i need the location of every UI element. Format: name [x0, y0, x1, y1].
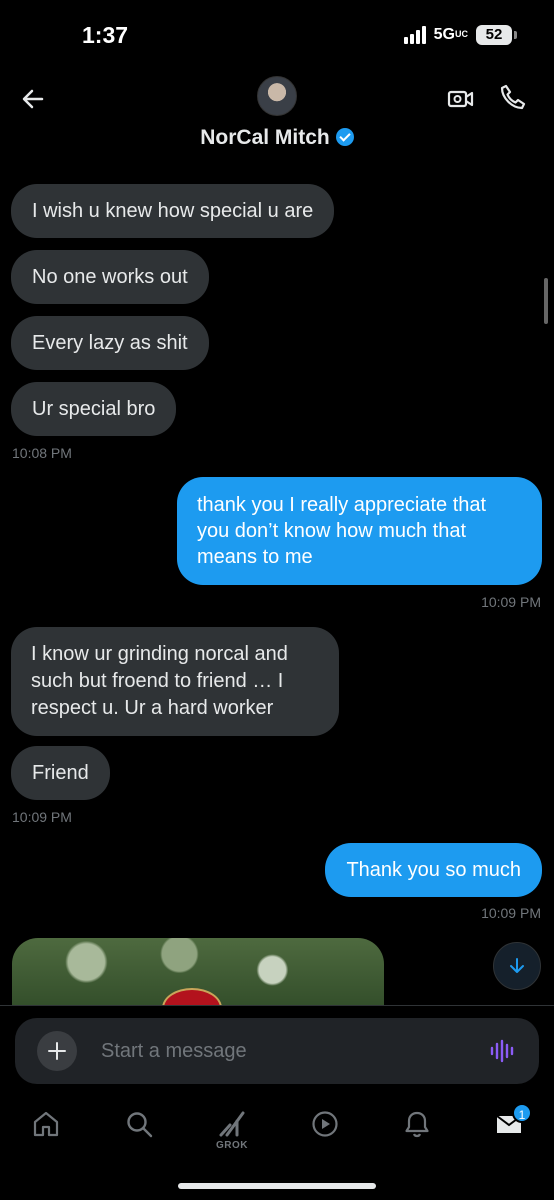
message-bubble-outgoing[interactable]: thank you I really appreciate that you d…	[177, 477, 542, 585]
home-icon	[33, 1111, 59, 1137]
play-icon	[312, 1111, 338, 1137]
plus-icon	[48, 1042, 66, 1060]
message-bubble-incoming[interactable]: No one works out	[11, 250, 209, 304]
grok-icon	[219, 1111, 245, 1137]
scrollbar[interactable]	[544, 278, 548, 324]
composer-box	[15, 1018, 539, 1084]
image-message[interactable]	[12, 938, 384, 1005]
message-bubble-incoming[interactable]: I wish u knew how special u are	[11, 184, 335, 238]
verified-badge-icon	[335, 128, 354, 146]
bottom-tab-bar: GROK 1	[0, 1097, 554, 1200]
message-timestamp: 10:09 PM	[481, 594, 541, 610]
status-bar: 1:37 5GUC 52	[0, 0, 554, 70]
signal-icon	[403, 26, 426, 44]
status-time: 1:37	[82, 22, 129, 48]
contact-name[interactable]: NorCal Mitch	[0, 126, 554, 150]
home-indicator[interactable]	[178, 1183, 376, 1189]
phone-icon[interactable]	[498, 82, 528, 112]
tab-messages[interactable]: 1	[484, 1103, 534, 1161]
grok-label: GROK	[216, 1140, 248, 1151]
video-call-icon[interactable]	[446, 84, 476, 114]
arrow-down-icon	[510, 958, 524, 973]
tab-home[interactable]	[21, 1109, 71, 1161]
network-label: 5GUC	[433, 26, 468, 43]
back-arrow-icon[interactable]	[18, 84, 48, 114]
message-composer	[0, 1005, 554, 1097]
tab-grok[interactable]: GROK	[207, 1109, 257, 1161]
message-bubble-incoming[interactable]: I know ur grinding norcal and such but f…	[11, 627, 339, 736]
message-list[interactable]: I wish u knew how special u are No one w…	[0, 162, 554, 1005]
add-attachment-button[interactable]	[37, 1031, 77, 1071]
message-timestamp: 10:08 PM	[12, 445, 72, 461]
messages-badge: 1	[512, 1103, 532, 1123]
tab-search[interactable]	[114, 1109, 164, 1161]
team-logo-icon	[162, 988, 222, 1005]
tab-video[interactable]	[300, 1109, 350, 1161]
message-input[interactable]	[101, 1036, 461, 1066]
battery-indicator: 52	[476, 25, 517, 45]
tab-notifications[interactable]	[392, 1109, 442, 1161]
search-icon	[127, 1112, 153, 1138]
message-bubble-incoming[interactable]: Ur special bro	[11, 382, 177, 436]
message-bubble-outgoing[interactable]: Thank you so much	[325, 843, 542, 897]
scroll-to-bottom-button[interactable]	[493, 942, 541, 990]
conversation-header: NorCal Mitch	[0, 70, 554, 162]
bell-icon	[405, 1111, 429, 1138]
message-timestamp: 10:09 PM	[12, 809, 72, 825]
voice-icon[interactable]	[489, 1037, 517, 1065]
status-indicators: 5GUC 52	[403, 25, 517, 45]
avatar[interactable]	[257, 76, 297, 116]
message-bubble-incoming[interactable]: Every lazy as shit	[11, 316, 209, 370]
message-bubble-incoming[interactable]: Friend	[11, 746, 110, 800]
message-timestamp: 10:09 PM	[481, 905, 541, 921]
